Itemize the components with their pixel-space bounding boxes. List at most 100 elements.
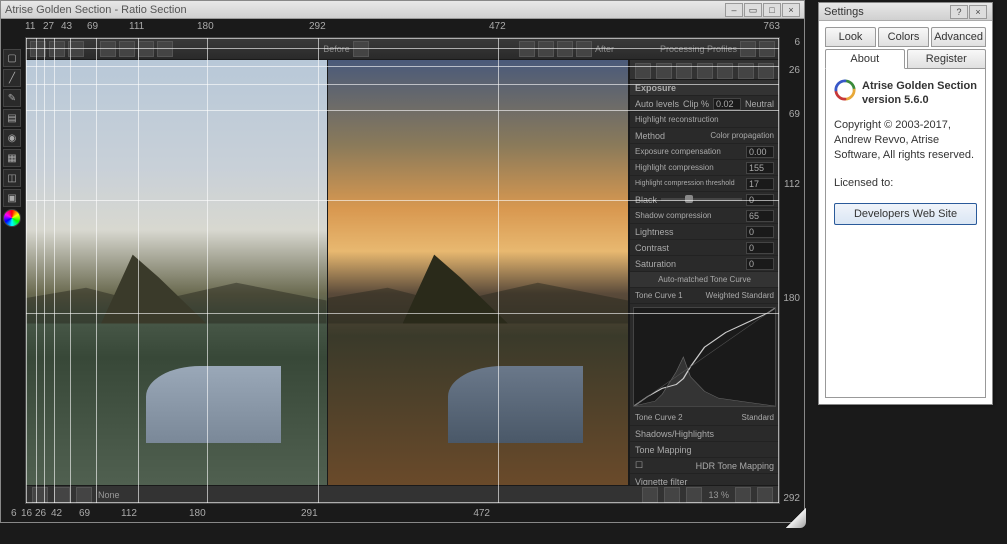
method-value[interactable]: Color propagation [710, 131, 774, 140]
copyright-text: Copyright © 2003-2017, Andrew Revvo, Atr… [834, 118, 977, 164]
ruler-top: 11 27 43 69 111 180 292 472 763 [25, 21, 780, 35]
panel-tab-icon[interactable] [635, 63, 651, 79]
hl-thresh-input[interactable] [746, 178, 774, 190]
about-tab-content: Atrise Golden Section version 5.6.0 Copy… [825, 68, 986, 398]
tab-register[interactable]: Register [907, 49, 987, 69]
lightness-label: Lightness [635, 227, 674, 237]
exp-comp-input[interactable] [746, 146, 774, 158]
hl-comp-input[interactable] [746, 162, 774, 174]
minimize-icon[interactable]: – [725, 3, 743, 17]
editor-statusbar: None 13 % [26, 485, 779, 503]
panel-tab-icon[interactable] [656, 63, 672, 79]
tc2-mode[interactable]: Standard [742, 413, 774, 422]
tool-icon[interactable]: ▦ [3, 149, 21, 167]
panel-tab-icon[interactable] [676, 63, 692, 79]
tonemap-section[interactable]: Tone Mapping [635, 445, 692, 455]
vignette-section[interactable]: Vignette filter [635, 477, 687, 486]
panel-title: Processing Profiles [660, 44, 737, 54]
restore-icon[interactable]: ▭ [744, 3, 762, 17]
color-picker-icon[interactable] [3, 209, 21, 227]
resize-corner-icon[interactable] [786, 508, 806, 528]
tool-icon[interactable]: ▣ [3, 189, 21, 207]
status-icon[interactable] [54, 487, 70, 503]
status-icon[interactable] [735, 487, 751, 503]
hl-comp-label: Highlight compression [635, 163, 714, 172]
tool-icon[interactable]: ▢ [3, 49, 21, 67]
filename-label: None [98, 490, 120, 500]
editor-tool-icon[interactable] [353, 41, 369, 57]
black-slider[interactable] [661, 198, 742, 201]
panel-tab-icon[interactable] [697, 63, 713, 79]
status-icon[interactable] [32, 487, 48, 503]
tool-icon[interactable]: ✎ [3, 89, 21, 107]
ruler-right: 6 26 69 112 180 292 [780, 37, 802, 504]
tool-icon[interactable]: ◫ [3, 169, 21, 187]
black-input[interactable] [746, 194, 774, 206]
editor-tool-icon[interactable] [557, 41, 573, 57]
main-window-title: Atrise Golden Section - Ratio Section [5, 4, 725, 16]
tab-about[interactable]: About [825, 49, 905, 69]
editor-tool-icon[interactable] [576, 41, 592, 57]
tc1-mode[interactable]: Weighted Standard [706, 291, 774, 300]
canvas-area: Before After Processing Profiles [25, 37, 780, 504]
shadows-section[interactable]: Shadows/Highlights [635, 429, 714, 439]
product-version: version 5.6.0 [862, 93, 977, 107]
status-icon[interactable] [757, 487, 773, 503]
saturation-input[interactable] [746, 258, 774, 270]
sh-comp-input[interactable] [746, 210, 774, 222]
editor-tool-icon[interactable] [538, 41, 554, 57]
sh-comp-label: Shadow compression [635, 211, 711, 220]
lightness-input[interactable] [746, 226, 774, 238]
highlight-recon-check[interactable]: Highlight reconstruction [635, 115, 719, 124]
tab-colors[interactable]: Colors [878, 27, 929, 47]
editor-tool-icon[interactable] [68, 41, 84, 57]
atrise-logo-icon [834, 79, 856, 101]
auto-levels-btn[interactable]: Auto levels [635, 99, 679, 109]
developers-site-button[interactable]: Developers Web Site [834, 203, 977, 225]
zoom-in-icon[interactable] [686, 487, 702, 503]
ruler-bottom: 6 16 26 42 69 112 180 291 472 [25, 508, 780, 522]
exposure-section[interactable]: Exposure [635, 83, 676, 93]
help-icon[interactable]: ? [950, 5, 968, 19]
contrast-input[interactable] [746, 242, 774, 254]
tool-icon[interactable]: ▤ [3, 109, 21, 127]
panel-tab-icon[interactable] [717, 63, 733, 79]
maximize-icon[interactable]: □ [763, 3, 781, 17]
editor-tool-icon[interactable] [519, 41, 535, 57]
editor-tool-icon[interactable] [740, 41, 756, 57]
tool-icon[interactable]: ◉ [3, 129, 21, 147]
editor-tool-icon[interactable] [157, 41, 173, 57]
before-label: Before [323, 44, 350, 54]
editor-tool-icon[interactable] [30, 41, 46, 57]
tab-advanced[interactable]: Advanced [931, 27, 986, 47]
close-icon[interactable]: × [782, 3, 800, 17]
after-preview[interactable] [328, 60, 630, 485]
saturation-label: Saturation [635, 259, 676, 269]
close-icon[interactable]: × [969, 5, 987, 19]
editor-tool-icon[interactable] [119, 41, 135, 57]
editor-tool-icon[interactable] [100, 41, 116, 57]
method-label: Method [635, 131, 665, 141]
panel-tab-icon[interactable] [738, 63, 754, 79]
editor-tool-icon[interactable] [759, 41, 775, 57]
settings-titlebar[interactable]: Settings ? × [819, 3, 992, 21]
editor-tool-icon[interactable] [49, 41, 65, 57]
exp-comp-label: Exposure compensation [635, 147, 721, 156]
tone-curve-editor[interactable] [633, 307, 776, 407]
clip-input[interactable] [713, 98, 741, 110]
tc1-label: Tone Curve 1 [635, 291, 683, 300]
status-icon[interactable] [76, 487, 92, 503]
zoom-fit-icon[interactable] [664, 487, 680, 503]
editor-toolbar: Before After Processing Profiles [26, 38, 779, 60]
hdr-section[interactable]: HDR Tone Mapping [696, 461, 774, 471]
left-toolbar: ▢ ╱ ✎ ▤ ◉ ▦ ◫ ▣ [3, 49, 23, 227]
editor-tool-icon[interactable] [138, 41, 154, 57]
tool-icon[interactable]: ╱ [3, 69, 21, 87]
neutral-btn[interactable]: Neutral [745, 99, 774, 109]
before-preview[interactable] [26, 60, 328, 485]
main-titlebar[interactable]: Atrise Golden Section - Ratio Section – … [1, 1, 804, 19]
panel-tab-icon[interactable] [758, 63, 774, 79]
settings-window: Settings ? × Look Colors Advanced About … [818, 2, 993, 405]
tab-look[interactable]: Look [825, 27, 876, 47]
zoom-out-icon[interactable] [642, 487, 658, 503]
